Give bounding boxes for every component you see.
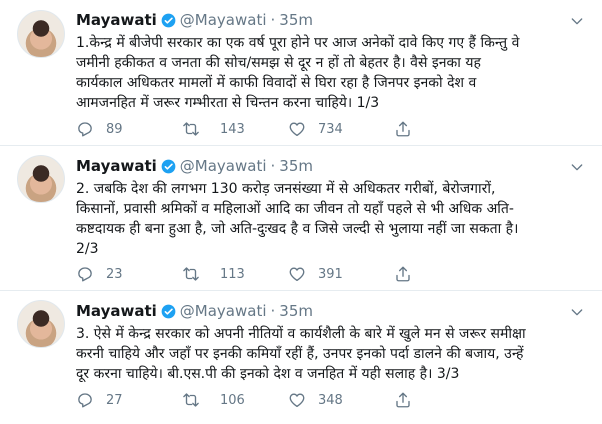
- tweet-header: Mayawati @Mayawati · 35m: [76, 157, 313, 175]
- reply-icon: [78, 122, 92, 137]
- author-name[interactable]: Mayawati: [76, 302, 157, 320]
- author-handle[interactable]: @Mayawati: [180, 157, 267, 175]
- share-icon: [396, 392, 410, 408]
- reply-count: 23: [106, 266, 123, 282]
- verified-badge-icon: [161, 13, 176, 27]
- reply-button[interactable]: 89: [76, 120, 182, 138]
- reply-button[interactable]: 27: [76, 391, 182, 409]
- verified-badge-icon: [161, 304, 176, 318]
- share-button[interactable]: [394, 391, 434, 409]
- author-handle[interactable]: @Mayawati: [180, 302, 267, 320]
- separator: ·: [270, 302, 276, 320]
- like-icon: [289, 122, 305, 137]
- chevron-down-icon[interactable]: [569, 13, 585, 29]
- tweet[interactable]: Mayawati @Mayawati · 35m 3. ऐसे में केन्…: [0, 291, 602, 424]
- avatar[interactable]: [17, 300, 65, 348]
- like-button[interactable]: 734: [288, 120, 394, 138]
- reply-count: 27: [106, 392, 123, 408]
- author-name[interactable]: Mayawati: [76, 11, 157, 29]
- chevron-down-icon[interactable]: [569, 159, 585, 175]
- avatar[interactable]: [17, 10, 65, 58]
- tweet-actions: 89 143 734: [76, 120, 576, 138]
- share-button[interactable]: [394, 120, 434, 138]
- retweet-count: 143: [220, 121, 245, 137]
- tweet[interactable]: Mayawati @Mayawati · 35m 2. जबकि देश की …: [0, 146, 602, 291]
- tweet-header: Mayawati @Mayawati · 35m: [76, 11, 313, 29]
- tweet-text: 2. जबकि देश की लगभग 130 करोड़ जनसंख्या म…: [76, 181, 519, 257]
- verified-badge-icon: [161, 159, 176, 173]
- separator: ·: [270, 157, 276, 175]
- retweet-button[interactable]: 143: [182, 120, 288, 138]
- avatar[interactable]: [17, 155, 65, 203]
- like-count: 391: [318, 266, 343, 282]
- reply-icon: [78, 393, 92, 408]
- share-icon: [396, 266, 410, 282]
- tweet-header: Mayawati @Mayawati · 35m: [76, 302, 313, 320]
- tweet-actions: 27 106 348: [76, 391, 576, 409]
- reply-button[interactable]: 23: [76, 265, 182, 283]
- tweet-actions: 23 113 391: [76, 265, 576, 283]
- chevron-down-icon[interactable]: [569, 304, 585, 320]
- separator: ·: [270, 11, 276, 29]
- retweet-icon: [183, 267, 199, 281]
- timestamp[interactable]: 35m: [279, 11, 313, 29]
- retweet-icon: [183, 122, 199, 136]
- retweet-count: 113: [220, 266, 245, 282]
- like-button[interactable]: 391: [288, 265, 394, 283]
- timestamp[interactable]: 35m: [279, 302, 313, 320]
- share-button[interactable]: [394, 265, 434, 283]
- timestamp[interactable]: 35m: [279, 157, 313, 175]
- author-handle[interactable]: @Mayawati: [180, 11, 267, 29]
- retweet-button[interactable]: 113: [182, 265, 288, 283]
- share-icon: [396, 121, 410, 137]
- tweet-text: 3. ऐसे में केन्द्र सरकार को अपनी नीतियों…: [76, 326, 526, 382]
- tweet[interactable]: Mayawati @Mayawati · 35m 1.केन्द्र में ब…: [0, 0, 602, 146]
- like-button[interactable]: 348: [288, 391, 394, 409]
- retweet-count: 106: [220, 392, 245, 408]
- like-icon: [289, 393, 305, 408]
- like-count: 734: [318, 121, 343, 137]
- like-icon: [289, 267, 305, 282]
- retweet-icon: [183, 393, 199, 407]
- tweet-text: 1.केन्द्र में बीजेपी सरकार का एक वर्ष पू…: [76, 35, 520, 111]
- retweet-button[interactable]: 106: [182, 391, 288, 409]
- author-name[interactable]: Mayawati: [76, 157, 157, 175]
- reply-count: 89: [106, 121, 123, 137]
- reply-icon: [78, 267, 92, 282]
- like-count: 348: [318, 392, 343, 408]
